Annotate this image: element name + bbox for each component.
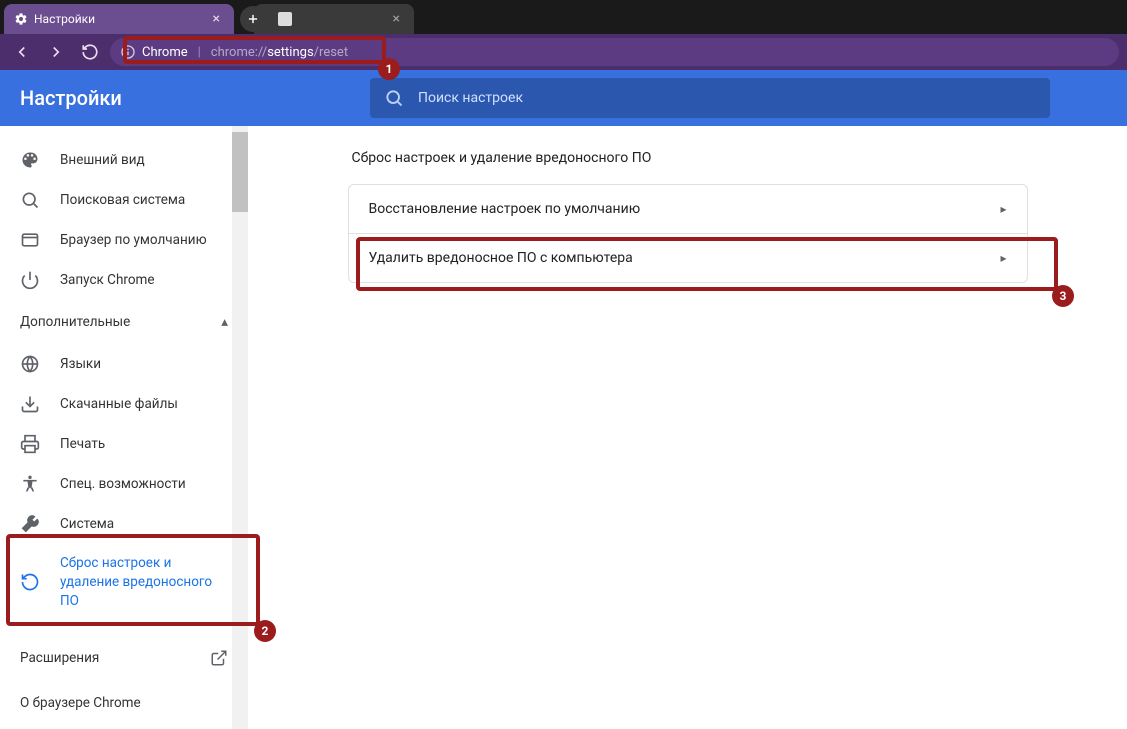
chevron-up-icon: ▴ [221, 314, 228, 330]
close-tab-icon[interactable]: × [209, 11, 224, 27]
sidebar-item-accessibility[interactable]: Спец. возможности [0, 464, 248, 504]
browser-toolbar: Chrome | chrome://settings/reset [0, 34, 1127, 70]
close-tab-icon[interactable]: × [389, 11, 404, 27]
power-icon [20, 270, 40, 290]
chevron-right-icon: ▸ [1000, 202, 1006, 216]
globe-icon [20, 354, 40, 374]
forward-button[interactable] [42, 38, 70, 66]
accessibility-icon [20, 474, 40, 494]
site-info-icon[interactable] [120, 44, 136, 60]
sidebar-item-appearance[interactable]: Внешний вид [0, 140, 248, 180]
sidebar-advanced-toggle[interactable]: Дополнительные ▴ [0, 300, 248, 344]
external-link-icon [210, 649, 228, 667]
sidebar-item-about[interactable]: О браузере Chrome [0, 681, 248, 725]
tab-title: Настройки [34, 12, 203, 26]
download-icon [20, 394, 40, 414]
row-restore-defaults[interactable]: Восстановление настроек по умолчанию ▸ [349, 185, 1027, 233]
restore-icon [20, 572, 40, 592]
page-title: Настройки [20, 86, 350, 110]
section-title: Сброс настроек и удаление вредоносного П… [348, 150, 1028, 166]
annotation-badge-3: 3 [1052, 285, 1074, 307]
annotation-badge-1: 1 [378, 58, 400, 80]
browser-tab-active[interactable]: Настройки × [4, 4, 234, 34]
settings-content: Сброс настроек и удаление вредоносного П… [248, 126, 1127, 729]
url-origin: Chrome [142, 45, 188, 60]
back-button[interactable] [8, 38, 36, 66]
sidebar-item-reset[interactable]: Сброс настроек и удаление вредоносного П… [0, 544, 248, 621]
gear-icon [14, 12, 28, 26]
sidebar-item-extensions[interactable]: Расширения [0, 635, 248, 681]
sidebar-item-system[interactable]: Система [0, 504, 248, 544]
settings-sidebar: Внешний вид Поисковая система Браузер по… [0, 126, 248, 729]
reload-button[interactable] [76, 38, 104, 66]
annotation-badge-2: 2 [254, 620, 276, 642]
search-icon [384, 88, 404, 108]
scrollbar[interactable] [232, 126, 248, 729]
wrench-icon [20, 514, 40, 534]
palette-icon [20, 150, 40, 170]
scrollbar-thumb[interactable] [232, 132, 248, 212]
search-icon [20, 190, 40, 210]
browser-tab-inactive[interactable]: × [254, 4, 414, 34]
new-tab-button[interactable] [240, 6, 266, 32]
sidebar-item-on-startup[interactable]: Запуск Chrome [0, 260, 248, 300]
printer-icon [20, 434, 40, 454]
chevron-right-icon: ▸ [1000, 251, 1006, 265]
sidebar-item-search-engine[interactable]: Поисковая система [0, 180, 248, 220]
settings-header: Настройки [0, 70, 1127, 126]
sidebar-item-printing[interactable]: Печать [0, 424, 248, 464]
sidebar-item-default-browser[interactable]: Браузер по умолчанию [0, 220, 248, 260]
browser-icon [20, 230, 40, 250]
url-text: chrome://settings/reset [211, 45, 348, 60]
browser-tab-bar: Настройки × × [0, 0, 1127, 34]
row-cleanup-computer[interactable]: Удалить вредоносное ПО с компьютера ▸ [349, 233, 1027, 282]
address-bar[interactable]: Chrome | chrome://settings/reset [110, 38, 1119, 66]
favicon-icon [278, 12, 292, 26]
sidebar-item-downloads[interactable]: Скачанные файлы [0, 384, 248, 424]
sidebar-item-languages[interactable]: Языки [0, 344, 248, 384]
reset-card: Восстановление настроек по умолчанию ▸ У… [348, 184, 1028, 283]
search-input[interactable] [418, 90, 1036, 106]
settings-search[interactable] [370, 78, 1050, 118]
